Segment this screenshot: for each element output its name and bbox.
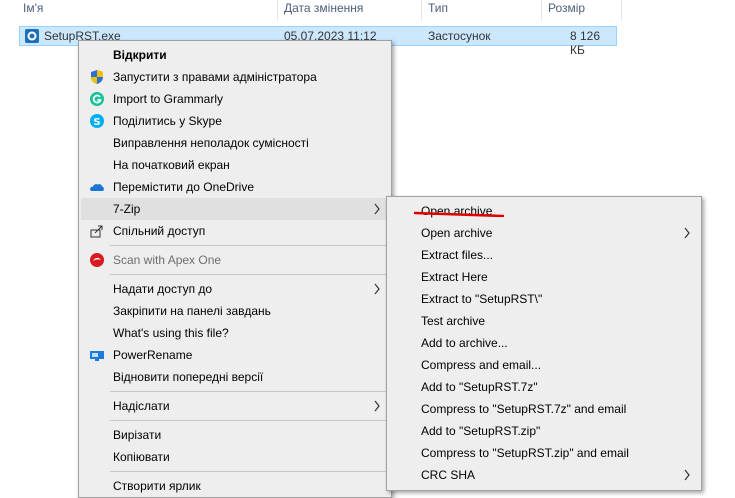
submenu-7zip: Open archive Open archive Extract files.… <box>386 196 702 491</box>
submenu-item-crc-sha[interactable]: CRC SHA <box>389 464 699 486</box>
column-type-header[interactable]: Тип <box>428 0 448 20</box>
menu-item-cut[interactable]: Вирізати <box>81 424 389 446</box>
submenu-item-label: Extract Here <box>421 270 488 284</box>
menu-item-label: Import to Grammarly <box>113 92 224 106</box>
column-name-header[interactable]: Ім'я <box>23 0 43 20</box>
menu-item-label: Вирізати <box>113 428 162 442</box>
menu-item-label: На початковий екран <box>113 158 230 172</box>
submenu-item-label: Add to "SetupRST.7z" <box>421 380 538 394</box>
apex-one-icon <box>90 253 104 267</box>
menu-item-open[interactable]: Відкрити <box>81 44 389 66</box>
menu-item-grammarly[interactable]: Import to Grammarly <box>81 88 389 110</box>
submenu-item-add-to-zip[interactable]: Add to "SetupRST.zip" <box>389 420 699 442</box>
menu-item-pin-to-start[interactable]: На початковий екран <box>81 154 389 176</box>
submenu-item-label: Add to archive... <box>421 336 508 350</box>
menu-item-copy[interactable]: Копіювати <box>81 446 389 468</box>
skype-icon: S <box>90 114 104 128</box>
submenu-item-extract-files[interactable]: Extract files... <box>389 244 699 266</box>
column-divider[interactable] <box>541 0 542 20</box>
menu-item-label: 7-Zip <box>113 202 141 216</box>
menu-item-give-access[interactable]: Надати доступ до <box>81 278 389 300</box>
menu-item-label: Відкрити <box>113 48 167 62</box>
menu-item-label: Надати доступ до <box>113 282 213 296</box>
menu-item-label: PowerRename <box>113 348 193 362</box>
menu-separator <box>110 245 387 246</box>
submenu-item-label: Extract files... <box>421 248 494 262</box>
column-date-header[interactable]: Дата змінення <box>284 0 363 20</box>
share-icon <box>90 225 103 238</box>
menu-item-label: Перемістити до OneDrive <box>113 180 254 194</box>
submenu-item-add-to-archive[interactable]: Add to archive... <box>389 332 699 354</box>
column-header: Ім'я Дата змінення Тип Розмір <box>0 0 735 20</box>
menu-item-label: Поділитись у Skype <box>113 114 222 128</box>
chevron-right-icon <box>684 227 690 239</box>
chevron-right-icon <box>374 283 380 295</box>
powerrename-icon <box>90 351 104 361</box>
menu-item-sharing[interactable]: Спільний доступ <box>81 220 389 242</box>
submenu-item-add-to-7z[interactable]: Add to "SetupRST.7z" <box>389 376 699 398</box>
context-menu: Відкрити Запустити з правами адміністрат… <box>78 40 392 498</box>
submenu-item-test-archive[interactable]: Test archive <box>389 310 699 332</box>
chevron-right-icon <box>374 203 380 215</box>
menu-item-label: Закріпити на панелі завдань <box>113 304 271 318</box>
chevron-right-icon <box>684 469 690 481</box>
menu-item-label: Відновити попередні версії <box>113 370 264 384</box>
svg-text:S: S <box>93 117 100 128</box>
submenu-item-label: CRC SHA <box>421 468 476 482</box>
submenu-item-label: Extract to "SetupRST\" <box>421 292 543 306</box>
menu-item-troubleshoot-compat[interactable]: Виправлення неполадок сумісності <box>81 132 389 154</box>
menu-item-restore-previous[interactable]: Відновити попередні версії <box>81 366 389 388</box>
menu-item-pin-taskbar[interactable]: Закріпити на панелі завдань <box>81 300 389 322</box>
menu-item-label: Копіювати <box>113 450 170 464</box>
submenu-item-label: Open archive <box>421 226 493 240</box>
column-divider[interactable] <box>421 0 422 20</box>
chevron-right-icon <box>374 400 380 412</box>
menu-item-skype-share[interactable]: S Поділитись у Skype <box>81 110 389 132</box>
menu-item-label: Створити ярлик <box>113 479 201 493</box>
menu-separator <box>110 391 387 392</box>
menu-separator <box>110 471 387 472</box>
menu-item-move-to-onedrive[interactable]: Перемістити до OneDrive <box>81 176 389 198</box>
grammarly-icon <box>90 92 104 106</box>
submenu-item-compress-email[interactable]: Compress and email... <box>389 354 699 376</box>
menu-item-run-as-admin[interactable]: Запустити з правами адміністратора <box>81 66 389 88</box>
file-type: Застосунок <box>428 29 491 43</box>
submenu-item-open-archive-sub[interactable]: Open archive <box>389 222 699 244</box>
menu-item-label: Виправлення неполадок сумісності <box>113 136 309 150</box>
menu-separator <box>110 420 387 421</box>
submenu-item-extract-to-folder[interactable]: Extract to "SetupRST\" <box>389 288 699 310</box>
menu-item-create-shortcut[interactable]: Створити ярлик <box>81 475 389 497</box>
menu-item-scan-apex-one[interactable]: Scan with Apex One <box>81 249 389 271</box>
annotation-underline <box>414 211 504 217</box>
menu-item-label: Scan with Apex One <box>113 253 222 267</box>
menu-item-7zip[interactable]: 7-Zip <box>81 198 389 220</box>
onedrive-icon <box>90 184 104 191</box>
menu-item-send-to[interactable]: Надіслати <box>81 395 389 417</box>
shield-icon <box>91 70 103 84</box>
column-divider[interactable] <box>621 0 622 20</box>
menu-item-whats-using-file[interactable]: What's using this file? <box>81 322 389 344</box>
submenu-item-label: Compress to "SetupRST.7z" and email <box>421 402 627 416</box>
menu-separator <box>110 274 387 275</box>
submenu-item-label: Test archive <box>421 314 486 328</box>
submenu-item-label: Compress and email... <box>421 358 542 372</box>
menu-item-label: Спільний доступ <box>113 224 206 238</box>
column-divider[interactable] <box>277 0 278 20</box>
menu-item-label: Надіслати <box>113 399 170 413</box>
setup-app-icon <box>25 29 39 43</box>
menu-item-label: What's using this file? <box>113 326 229 340</box>
submenu-item-compress-7z-email[interactable]: Compress to "SetupRST.7z" and email <box>389 398 699 420</box>
submenu-item-compress-zip-email[interactable]: Compress to "SetupRST.zip" and email <box>389 442 699 464</box>
menu-item-label: Запустити з правами адміністратора <box>113 70 317 84</box>
submenu-item-extract-here[interactable]: Extract Here <box>389 266 699 288</box>
submenu-item-label: Add to "SetupRST.zip" <box>421 424 541 438</box>
column-size-header[interactable]: Розмір <box>548 0 585 20</box>
file-size: 8 126 КБ <box>570 29 601 57</box>
menu-item-powerrename[interactable]: PowerRename <box>81 344 389 366</box>
submenu-item-label: Compress to "SetupRST.zip" and email <box>421 446 629 460</box>
